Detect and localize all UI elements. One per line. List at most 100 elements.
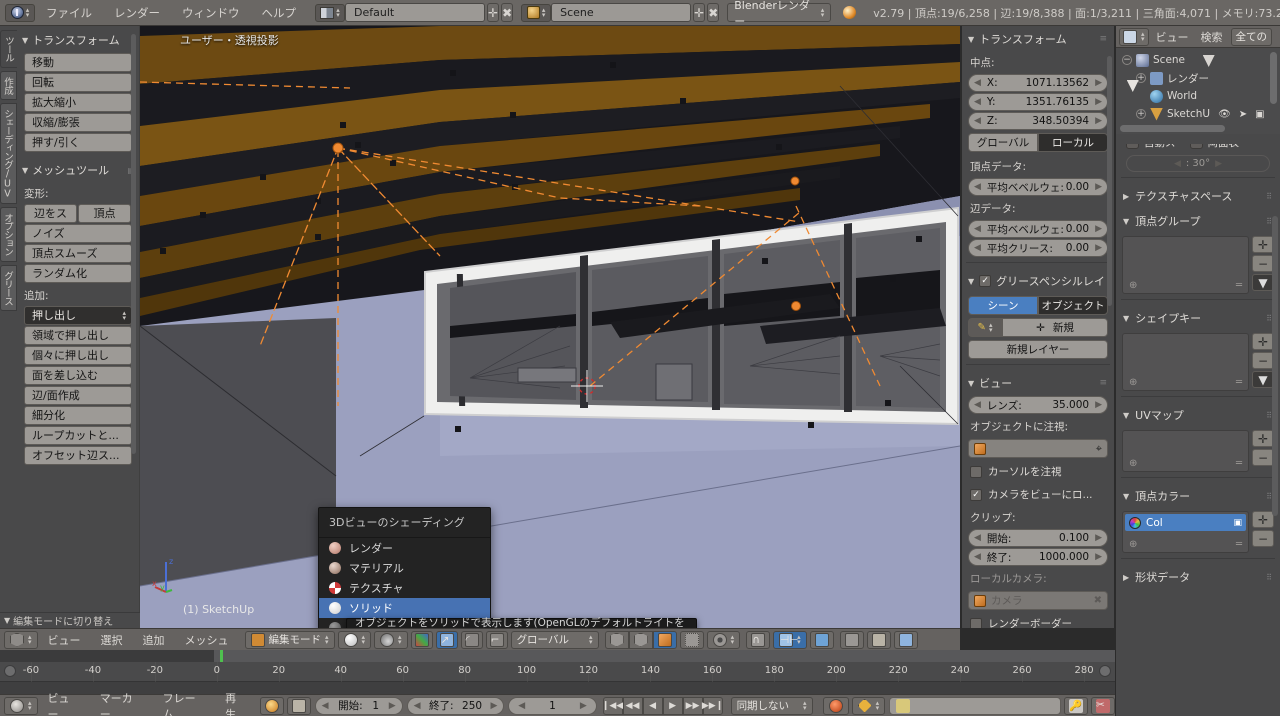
decrement-arrow-icon[interactable]: ◀	[974, 552, 981, 562]
manipulator-translate-button[interactable]: ↗	[435, 630, 458, 649]
outliner-row-scene[interactable]: − Scene	[1118, 51, 1280, 69]
gp-object-button[interactable]: オブジェクト	[1038, 296, 1108, 315]
camera-icon[interactable]: ▣	[1255, 109, 1264, 120]
tool-push-pull-button[interactable]: 押す/引く	[24, 133, 132, 152]
play-button[interactable]: ▶	[662, 696, 683, 715]
timeline-ruler[interactable]: -60 -40 -20 0 20 40 60 80 100 120 140 160 180 200 220 2…	[0, 662, 1115, 682]
edge-bevel-weight-field[interactable]: ◀ 平均ベベルウェ: 0.00 ▶	[968, 220, 1108, 238]
edge-crease-field[interactable]: ◀ 平均クリース: 0.00 ▶	[968, 239, 1108, 257]
manipulator-scale-button[interactable]: ⌐	[485, 630, 508, 649]
timeline-marker-menu[interactable]: マーカー	[90, 690, 153, 716]
auto-smooth-angle-field[interactable]: ◀ : 30° ▶	[1126, 155, 1270, 172]
add-shape-key-button[interactable]: ✛	[1252, 333, 1274, 350]
filter-icon[interactable]: ═	[1236, 280, 1242, 291]
manipulator-rotate-button[interactable]: ◜	[460, 630, 483, 649]
timeline-range-handle-left[interactable]	[4, 665, 16, 677]
texture-space-section-header[interactable]: ▶ テクスチャスペース ⠿	[1116, 183, 1280, 208]
increment-arrow-icon[interactable]: ▶	[1095, 78, 1102, 88]
transform-section-header[interactable]: ▼ トランスフォーム ≡	[962, 26, 1114, 51]
vertex-bevel-weight-field[interactable]: ◀ 平均ベベルウェ: 0.00 ▶	[968, 178, 1108, 196]
increment-arrow-icon[interactable]: ▶	[1095, 97, 1102, 107]
vertex-groups-section-header[interactable]: ▼ 頂点グループ ⠿	[1116, 208, 1280, 233]
vertex-group-specials-button[interactable]: ▼	[1252, 274, 1274, 291]
increment-arrow-icon[interactable]: ▶	[1095, 400, 1102, 410]
timeline-range-handle-right[interactable]	[1099, 665, 1111, 677]
select-menu[interactable]: 選択	[91, 632, 133, 648]
lock-keyframe-button[interactable]	[286, 696, 311, 715]
median-z-field[interactable]: ◀ Z: 348.50394 ▶	[968, 112, 1108, 130]
clip-end-field[interactable]: ◀ 終了: 1000.000 ▶	[968, 548, 1108, 566]
uv-maps-listbox[interactable]: ⊕ ═	[1122, 430, 1249, 472]
opengl-render-button[interactable]	[839, 630, 864, 649]
render-border-checkbox[interactable]	[970, 617, 982, 628]
outliner-view-menu[interactable]: ビュー	[1149, 29, 1196, 45]
add-vertex-group-button[interactable]: ✛	[1252, 236, 1274, 253]
remove-shape-key-button[interactable]: −	[1252, 352, 1274, 369]
proportional-edit-button[interactable]: ▴ ▾	[706, 630, 741, 649]
increment-arrow-icon[interactable]: ▶	[580, 701, 587, 711]
add-menu[interactable]: 追加	[133, 632, 175, 648]
scene-name-field[interactable]: Scene	[551, 3, 692, 22]
tool-extrude-individual-button[interactable]: 個々に押し出し	[24, 346, 132, 365]
timeline-frame-menu[interactable]: フレーム	[153, 690, 216, 716]
tool-tab-create[interactable]: 作成	[0, 70, 17, 100]
lock-camera-row[interactable]: ✓ カメラをビューにロ...	[962, 483, 1114, 506]
next-keyframe-button[interactable]: ▶▶	[682, 696, 703, 715]
frame-end-field[interactable]: ◀ 終了: 250 ▶	[406, 696, 505, 715]
tool-offset-edge-slide-button[interactable]: オフセット辺ス...	[24, 446, 132, 465]
face-select-mode-button[interactable]	[652, 630, 677, 649]
3d-viewport-canvas[interactable]: ユーザー・透視投影 z x y (1) SketchUp	[140, 26, 960, 628]
increment-arrow-icon[interactable]: ▶	[1095, 116, 1102, 126]
vertex-color-item[interactable]: Col ▣	[1125, 514, 1246, 531]
transform-orientation-selector[interactable]: グローバル ▴ ▾	[510, 630, 599, 649]
lens-field[interactable]: ◀ レンズ: 35.000 ▶	[968, 396, 1108, 414]
increment-arrow-icon[interactable]: ▶	[1215, 159, 1222, 169]
filter-icon[interactable]: ═	[1236, 539, 1242, 550]
auto-record-button[interactable]	[822, 696, 849, 715]
increment-arrow-icon[interactable]: ▶	[1095, 533, 1102, 543]
decrement-arrow-icon[interactable]: ◀	[974, 243, 981, 253]
render-engine-selector[interactable]: Blenderレンダー ▴ ▾	[727, 0, 832, 28]
keyframe-type-selector[interactable]: ▴ ▾	[851, 696, 886, 715]
tool-scale-button[interactable]: 拡大縮小	[24, 93, 132, 112]
mesh-menu[interactable]: メッシュ	[175, 632, 239, 648]
shape-keys-listbox[interactable]: ⊕ ═	[1122, 333, 1249, 391]
viewport-shading-button[interactable]: ▴ ▾	[337, 630, 372, 649]
timeline-playback-menu[interactable]: 再生	[215, 690, 256, 716]
tool-shelf-scrollbar[interactable]	[131, 34, 136, 454]
outliner-editor-type-button[interactable]: ▴ ▾	[1119, 27, 1149, 46]
remove-uv-map-button[interactable]: −	[1252, 449, 1274, 466]
interaction-mode-selector[interactable]: 編集モード ▴ ▾	[244, 630, 335, 649]
decrement-arrow-icon[interactable]: ◀	[974, 78, 981, 88]
delete-screen-layout-button[interactable]: ✖	[501, 3, 514, 22]
shading-option-material[interactable]: マテリアル	[319, 558, 490, 578]
increment-arrow-icon[interactable]: ▶	[389, 701, 396, 711]
add-item-icon[interactable]: ⊕	[1129, 539, 1137, 550]
shape-keys-section-header[interactable]: ▼ シェイプキー ⠿	[1116, 305, 1280, 330]
x-icon[interactable]: ✖	[1094, 595, 1102, 606]
jump-to-start-button[interactable]: ❙◀◀	[602, 696, 623, 715]
vertex-groups-listbox[interactable]: ⊕ ═	[1122, 236, 1249, 294]
collapse-icon[interactable]: −	[1122, 55, 1132, 65]
menu-file[interactable]: ファイル	[35, 5, 103, 21]
decrement-arrow-icon[interactable]: ◀	[322, 701, 329, 711]
decrement-arrow-icon[interactable]: ◀	[974, 182, 981, 192]
grease-pencil-checkbox[interactable]: ✓	[979, 275, 992, 287]
sync-mode-selector[interactable]: 同期しない ▴ ▾	[730, 696, 813, 715]
add-item-icon[interactable]: ⊕	[1129, 280, 1137, 291]
outliner-horizontal-scrollbar[interactable]	[1120, 125, 1225, 132]
increment-arrow-icon[interactable]: ▶	[1095, 243, 1102, 253]
meshtools-panel-header[interactable]: ▼ メッシュツール ▤	[18, 158, 138, 182]
tool-shrink-fatten-button[interactable]: 収縮/膨張	[24, 113, 132, 132]
occlude-geometry-button[interactable]	[679, 630, 704, 649]
delete-keyframe-button[interactable]: ✂	[1090, 696, 1115, 715]
shading-option-rendered[interactable]: レンダー	[319, 538, 490, 558]
tool-extrude-dropdown[interactable]: 押し出し ▴ ▾	[24, 306, 132, 325]
eyedropper-icon[interactable]: ⌖	[1096, 442, 1102, 456]
increment-arrow-icon[interactable]: ▶	[491, 701, 498, 711]
outliner-row-sketchup[interactable]: + SketchU 👁 ➤ ▣	[1118, 105, 1280, 123]
add-item-icon[interactable]: ⊕	[1129, 377, 1137, 388]
expand-icon[interactable]: +	[1136, 109, 1146, 119]
menu-help[interactable]: ヘルプ	[251, 5, 308, 21]
snap-magnet-button[interactable]: ∩	[746, 630, 771, 649]
